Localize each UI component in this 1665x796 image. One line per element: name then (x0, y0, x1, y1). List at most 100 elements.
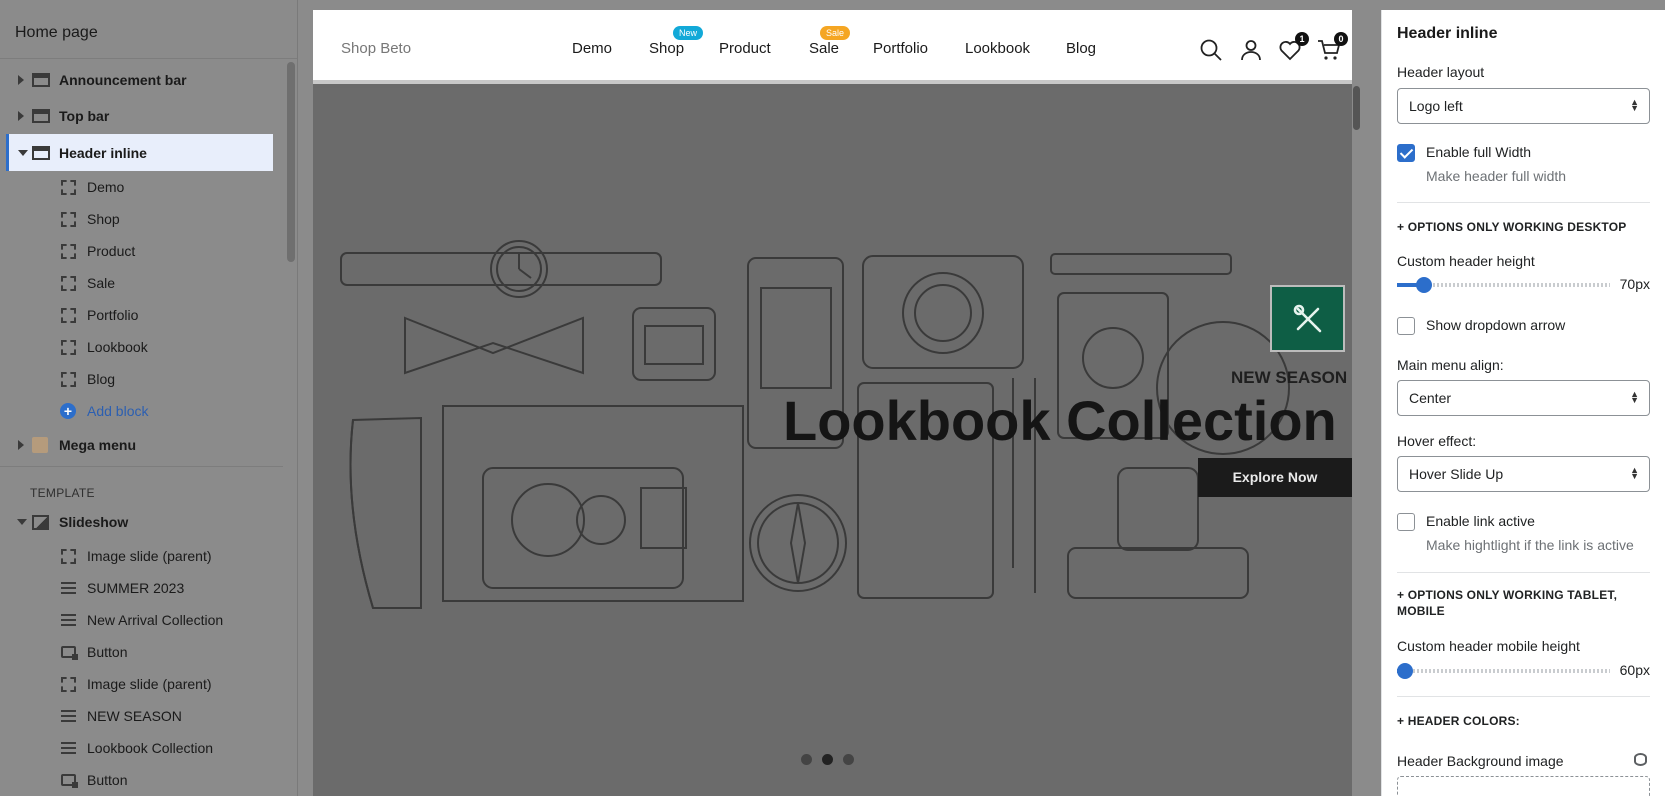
section-icon (32, 73, 50, 87)
block-shop[interactable]: Shop (0, 203, 286, 235)
nav-demo[interactable]: Demo (572, 40, 612, 57)
store-logo[interactable]: Shop Beto (341, 40, 411, 57)
explore-now-button[interactable]: Explore Now (1198, 458, 1352, 497)
tablet-options-heading: + OPTIONS ONLY WORKING TABLET, MOBILE (1397, 588, 1618, 618)
section-header-inline[interactable]: Header inline (6, 134, 273, 171)
sidebar-divider (0, 466, 283, 467)
block-text[interactable]: SUMMER 2023 (0, 572, 286, 604)
block-icon (61, 211, 76, 227)
menu-align-label: Main menu align: (1397, 357, 1504, 373)
section-top-bar[interactable]: Top bar (0, 100, 286, 132)
section-icon (32, 145, 50, 160)
sidebar-scrollbar[interactable] (287, 62, 295, 262)
block-button[interactable]: Button (0, 636, 286, 668)
dropdown-arrow-checkbox[interactable] (1397, 317, 1415, 335)
slider-handle[interactable] (1416, 277, 1432, 293)
bg-image-label: Header Background image (1397, 753, 1564, 769)
divider (1397, 696, 1650, 697)
block-blog[interactable]: Blog (0, 363, 286, 395)
full-width-hint: Make header full width (1426, 168, 1567, 184)
menu-align-select[interactable]: Center ▲ ▼ (1397, 380, 1650, 416)
cart-icon[interactable]: 0 (1317, 32, 1348, 62)
select-arrows-icon: ▲ ▼ (1630, 97, 1639, 113)
block-icon (61, 179, 76, 195)
tools-icon (1293, 304, 1321, 332)
slider-handle[interactable] (1397, 663, 1413, 679)
block-sale[interactable]: Sale (0, 267, 286, 299)
wishlist-icon[interactable]: 1 (1278, 32, 1309, 62)
dynamic-source-icon[interactable] (1634, 753, 1647, 766)
divider (1397, 572, 1650, 573)
text-icon (61, 742, 76, 754)
account-icon[interactable] (1239, 38, 1263, 62)
block-product[interactable]: Product (0, 235, 286, 267)
text-icon (61, 710, 76, 722)
hero-slideshow: NEW SEASON Lookbook Collection Explore N… (313, 88, 1352, 796)
mobile-height-slider[interactable] (1397, 663, 1610, 679)
nav-product[interactable]: Product (719, 40, 771, 57)
slide-dot[interactable] (843, 754, 854, 765)
template-label: TEMPLATE (30, 486, 95, 500)
cart-count: 0 (1334, 32, 1348, 46)
expand-arrow-icon[interactable] (18, 75, 24, 85)
section-announcement-bar[interactable]: Announcement bar (0, 64, 286, 96)
nav-sale[interactable]: Sale Sale (809, 26, 851, 57)
desktop-options-heading: + OPTIONS ONLY WORKING DESKTOP (1397, 220, 1627, 234)
slide-dot-active[interactable] (822, 754, 833, 765)
header-height-value: 70px (1619, 276, 1650, 292)
block-icon (61, 243, 76, 259)
block-icon (61, 676, 76, 692)
header-colors-heading: + HEADER COLORS: (1397, 714, 1520, 728)
block-text[interactable]: New Arrival Collection (0, 604, 286, 636)
slide-dot[interactable] (801, 754, 812, 765)
expand-arrow-icon[interactable] (18, 111, 24, 121)
block-icon (61, 548, 76, 564)
block-portfolio[interactable]: Portfolio (0, 299, 286, 331)
header-layout-value: Logo left (1409, 98, 1463, 114)
nav-shop-label: Shop (649, 40, 685, 57)
section-mega-menu[interactable]: Mega menu (0, 429, 286, 461)
header-height-slider[interactable] (1397, 277, 1610, 293)
nav-shop[interactable]: Shop New (649, 26, 704, 57)
add-block-button[interactable]: + Add block (0, 395, 286, 427)
collapse-arrow-icon[interactable] (17, 519, 27, 525)
link-active-label: Enable link active (1426, 513, 1535, 529)
expand-arrow-icon[interactable] (18, 440, 24, 450)
full-width-label: Enable full Width (1426, 144, 1532, 160)
block-lookbook[interactable]: Lookbook (0, 331, 286, 363)
sections-sidebar: Home page Announcement bar Top bar Heade… (0, 0, 298, 796)
hover-effect-value: Hover Slide Up (1409, 466, 1504, 482)
block-button[interactable]: Button (0, 764, 286, 796)
block-text[interactable]: Lookbook Collection (0, 732, 286, 764)
divider (1397, 202, 1650, 203)
settings-panel: Header inline Header layout Logo left ▲ ▼… (1381, 10, 1665, 796)
search-icon[interactable] (1199, 38, 1223, 62)
nav-blog[interactable]: Blog (1066, 40, 1096, 57)
tools-button[interactable] (1270, 285, 1345, 352)
sale-badge: Sale (820, 26, 851, 40)
full-width-checkbox[interactable] (1397, 144, 1415, 162)
block-icon (61, 275, 76, 291)
nav-lookbook[interactable]: Lookbook (965, 40, 1030, 57)
menu-align-value: Center (1409, 390, 1452, 406)
header-layout-select[interactable]: Logo left ▲ ▼ (1397, 88, 1650, 124)
text-icon (61, 582, 76, 594)
link-active-checkbox[interactable] (1397, 513, 1415, 531)
panel-title: Header inline (1397, 25, 1498, 42)
nav-portfolio[interactable]: Portfolio (873, 40, 928, 57)
block-icon (61, 307, 76, 323)
hover-effect-select[interactable]: Hover Slide Up ▲ ▼ (1397, 456, 1650, 492)
select-arrows-icon: ▲ ▼ (1630, 389, 1639, 405)
block-demo[interactable]: Demo (0, 171, 286, 203)
hero-title: Lookbook Collection (783, 389, 1337, 452)
section-slideshow[interactable]: Slideshow (0, 506, 286, 538)
collapse-arrow-icon[interactable] (18, 149, 28, 156)
block-image-slide[interactable]: Image slide (parent) (0, 668, 286, 700)
bg-image-picker[interactable] (1397, 776, 1650, 796)
block-image-slide[interactable]: Image slide (parent) (0, 540, 286, 572)
block-text[interactable]: NEW SEASON (0, 700, 286, 732)
mobile-height-label: Custom header mobile height (1397, 638, 1580, 654)
preview-scrollbar[interactable] (1353, 86, 1360, 130)
mega-menu-thumbnail-icon (32, 437, 48, 453)
block-icon (61, 339, 76, 355)
